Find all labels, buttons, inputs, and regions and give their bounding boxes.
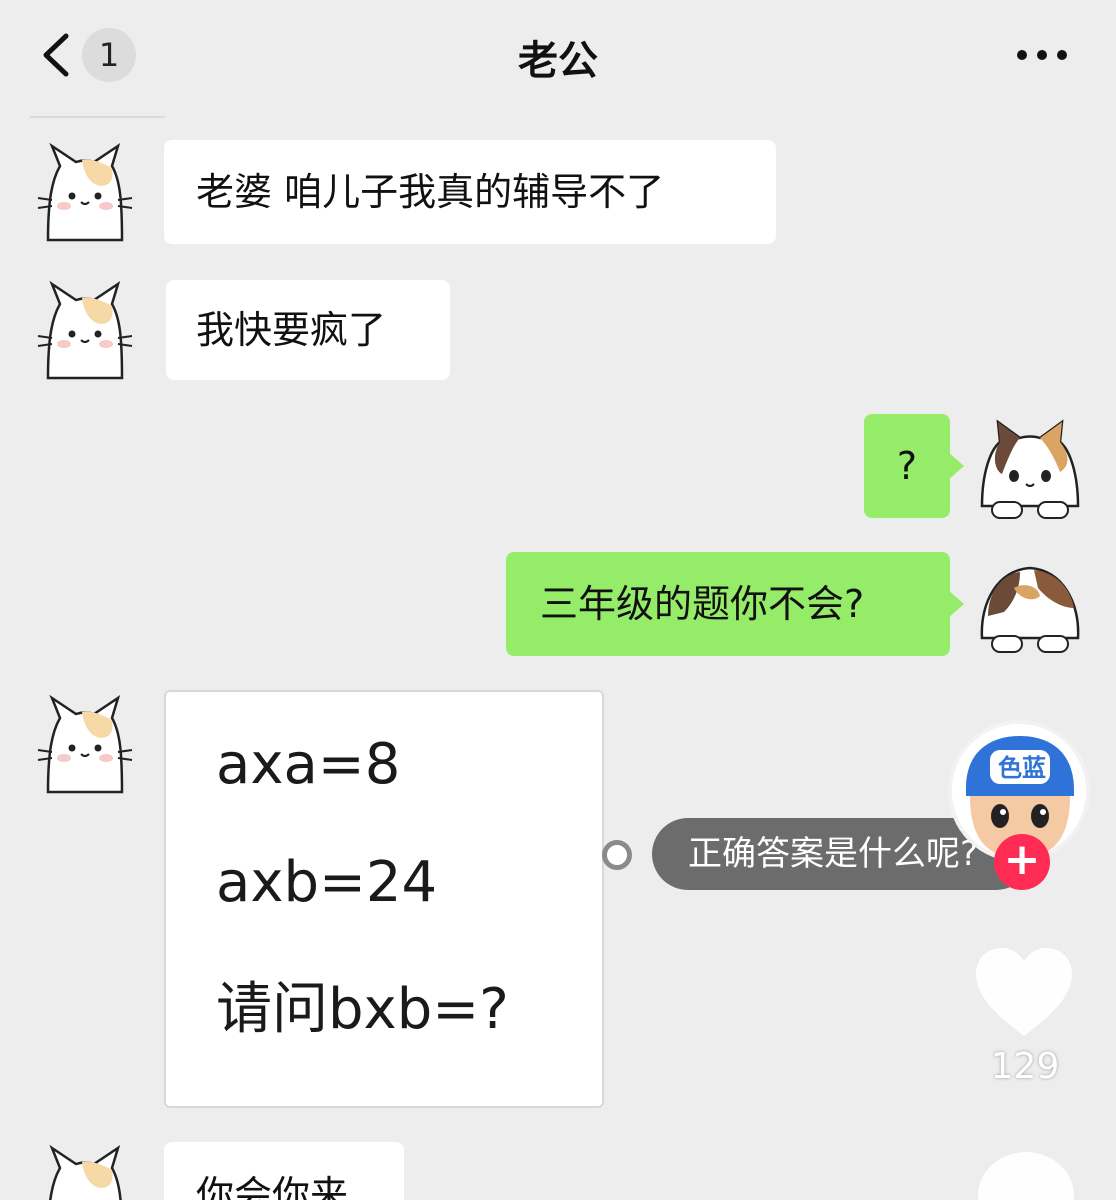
message-text: 老婆 咱儿子我真的辅导不了	[196, 170, 665, 214]
question-line: 请问bxb=?	[216, 977, 509, 1042]
sender-avatar[interactable]	[30, 1142, 140, 1200]
calico-cat-icon	[980, 566, 1080, 653]
chat-title: 老公	[518, 38, 598, 84]
image-message-bubble[interactable]: axa=8 axb=24 请问bxb=?	[164, 690, 604, 1108]
calico-cat-icon	[980, 419, 1080, 519]
more-button[interactable]	[1012, 40, 1072, 70]
sender-avatar[interactable]	[30, 278, 140, 388]
message-text: 三年级的题你不会?	[540, 582, 865, 626]
header-divider	[30, 116, 165, 118]
more-dots-icon	[1017, 50, 1067, 60]
bubble-tail	[948, 452, 964, 480]
like-count: 129	[990, 1046, 1060, 1087]
incoming-message-bubble[interactable]: 你会你来	[164, 1142, 404, 1200]
message-text: ?	[896, 444, 918, 488]
white-cat-icon	[49, 1144, 122, 1200]
white-cat-icon	[37, 142, 133, 242]
my-avatar[interactable]	[974, 552, 1084, 662]
incoming-message-bubble[interactable]: 我快要疯了	[166, 280, 450, 380]
follow-button[interactable]: +	[994, 834, 1050, 890]
equation-line: axa=8	[216, 732, 401, 797]
outgoing-message-bubble[interactable]: ?	[864, 414, 950, 518]
message-text: 你会你来	[196, 1173, 349, 1200]
sender-avatar[interactable]	[30, 140, 140, 250]
equation-line: axb=24	[216, 850, 438, 915]
my-avatar[interactable]	[974, 414, 1084, 524]
like-button[interactable]	[972, 944, 1076, 1040]
creator-cap-text: 色蓝	[998, 754, 1046, 782]
heart-icon	[976, 948, 1072, 1036]
plus-icon: +	[1003, 834, 1041, 885]
white-cat-icon	[37, 694, 133, 794]
white-cat-icon	[37, 280, 133, 380]
sender-avatar[interactable]	[30, 692, 140, 802]
comment-button[interactable]	[974, 1150, 1078, 1200]
message-text: 我快要疯了	[196, 308, 387, 352]
comment-bubble-icon	[978, 1152, 1074, 1200]
outgoing-message-bubble[interactable]: 三年级的题你不会?	[506, 552, 950, 656]
comment-marker-icon	[602, 840, 632, 870]
comment-text: 正确答案是什么呢?	[688, 834, 979, 874]
bubble-tail	[948, 590, 964, 618]
incoming-message-bubble[interactable]: 老婆 咱儿子我真的辅导不了	[164, 140, 776, 244]
